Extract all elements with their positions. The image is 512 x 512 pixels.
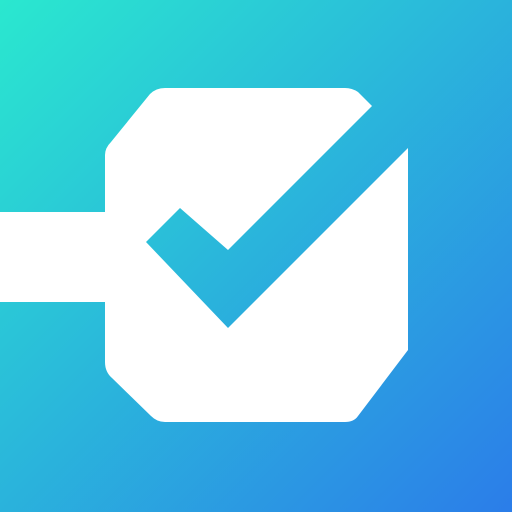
app-icon xyxy=(0,0,512,512)
left-bar xyxy=(0,212,120,302)
checkbox-app-icon xyxy=(0,0,512,512)
